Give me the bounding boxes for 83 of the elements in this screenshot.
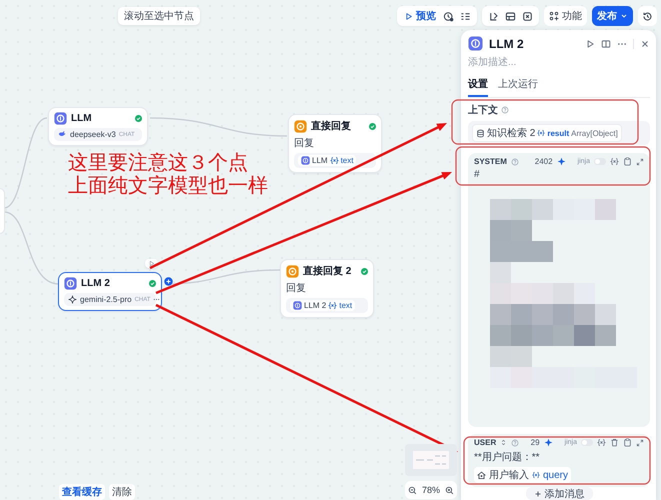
history-icon: [642, 10, 653, 22]
prompt-text: #: [474, 169, 481, 180]
clear-button[interactable]: 清除: [109, 484, 135, 500]
context-field[interactable]: 知识检索 2 result Array[Object]: [468, 121, 650, 145]
help-icon: [501, 106, 509, 114]
node-title: 直接回复 2: [303, 264, 352, 278]
tooltip: 滚动至选中节点: [118, 7, 200, 25]
node-type-icon: [468, 36, 483, 51]
publish-button[interactable]: 发布: [592, 6, 633, 26]
node-type-icon: [64, 277, 77, 290]
variable-box-icon: [522, 10, 533, 22]
copy-icon[interactable]: [623, 157, 632, 166]
panel-title: LLM 2: [489, 36, 525, 50]
variable-reference: LLM text: [298, 155, 356, 166]
variable-icon: [537, 129, 546, 137]
plus-icon: [534, 490, 542, 498]
restore-icon: [488, 10, 499, 22]
prompt-text: **用户问题：**: [474, 450, 541, 464]
checklist-icon: [460, 10, 471, 22]
copy-icon[interactable]: [623, 438, 632, 447]
field-label: 回复: [286, 282, 307, 295]
expand-icon[interactable]: [636, 158, 644, 166]
variable-reference: 知识检索 2 result Array[Object]: [472, 124, 622, 142]
node-type-icon: [54, 112, 67, 125]
annotation-text: 这里要注意这３个点: [68, 152, 249, 175]
help-icon: [511, 438, 520, 446]
toggle-switch[interactable]: [594, 158, 606, 165]
view-cache-button[interactable]: 查看缓存: [59, 484, 105, 500]
zoom-out-icon[interactable]: [408, 486, 417, 494]
node-title: 直接回复: [311, 120, 352, 133]
help-icon: [510, 158, 519, 166]
variable-reference: LLM 2 text: [290, 300, 356, 311]
features-button[interactable]: 功能: [544, 6, 587, 26]
variable-icon[interactable]: [610, 157, 619, 166]
add-handle-icon[interactable]: [164, 277, 173, 286]
caret-icon: [620, 12, 628, 20]
zoom-control[interactable]: 78%: [405, 481, 457, 499]
node-icon: [301, 156, 310, 165]
node-type-icon: [294, 120, 307, 132]
model-icon: [68, 295, 77, 304]
variable-icon: [330, 156, 339, 165]
description-field[interactable]: 添加描述...: [468, 55, 588, 70]
tab[interactable]: 设置: [468, 75, 488, 97]
variable-icon: [532, 471, 540, 479]
annotation-text: 上面纯文字模型也一样: [68, 175, 268, 198]
role-label: SYSTEM: [474, 157, 507, 166]
zoom-level: 78%: [422, 485, 440, 495]
node-type-icon: [286, 264, 299, 278]
user-input-icon: [477, 470, 486, 480]
knowledge-base-icon: [476, 128, 485, 138]
role-label: USER: [474, 438, 496, 447]
variable-reference: 用户输入 query: [474, 467, 572, 483]
sort-icon[interactable]: [500, 439, 508, 446]
expand-icon[interactable]: [636, 438, 644, 446]
variable-icon: [328, 301, 338, 310]
split-view-icon[interactable]: [601, 38, 611, 48]
node-title: LLM 2: [81, 278, 111, 289]
model-icon: [58, 130, 67, 139]
node-card[interactable]: 直接回复 回复 LLM text: [288, 114, 382, 173]
field-label: 回复: [294, 137, 315, 150]
variable-icon[interactable]: [597, 438, 606, 447]
features-icon: [549, 11, 559, 21]
node-icon: [293, 301, 302, 310]
sparkle-icon[interactable]: [544, 438, 553, 447]
add-message-button[interactable]: 添加消息: [526, 487, 592, 500]
sparkle-icon[interactable]: [556, 157, 566, 166]
clock-icon: [443, 10, 454, 22]
section-label: 上下文: [468, 104, 498, 117]
node-card[interactable]: 直接回复 2 回复 LLM 2 text: [280, 259, 374, 318]
play-icon[interactable]: [585, 38, 595, 48]
zoom-in-icon[interactable]: [445, 486, 454, 494]
tab[interactable]: 上次运行: [498, 75, 538, 97]
delete-icon[interactable]: [610, 438, 619, 447]
minimap-drawing: [413, 451, 449, 469]
close-icon[interactable]: [640, 38, 650, 48]
token-count: 2402: [534, 157, 553, 166]
token-count: 29: [530, 438, 540, 447]
toggle-switch[interactable]: [581, 439, 593, 446]
play-icon: [148, 260, 155, 267]
node-title: LLM: [71, 113, 93, 124]
history-button[interactable]: [638, 6, 657, 26]
play-icon: [404, 12, 413, 20]
layout-icon: [505, 10, 516, 22]
